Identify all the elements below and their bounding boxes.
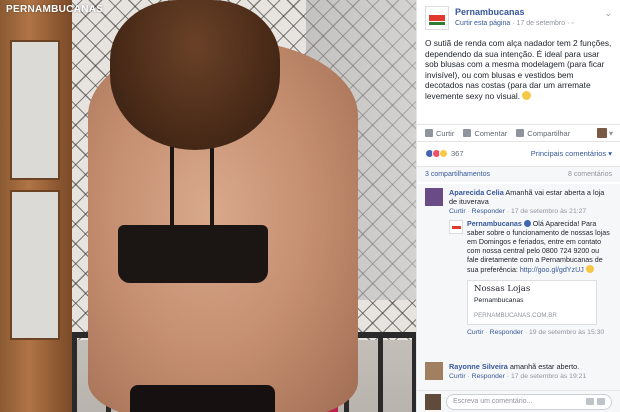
smile-emoji-icon (585, 265, 594, 273)
comment-actions: Curtir · Responder · 17 de setembro às 1… (449, 373, 587, 381)
verified-badge-icon (523, 220, 531, 227)
post-header: Pernambucanas Curtir esta página · 17 de… (417, 0, 620, 36)
reply-time[interactable]: 19 de setembro às 15:30 (529, 329, 604, 336)
comment-time[interactable]: 17 de setembro às 21:27 (511, 208, 586, 215)
shares-link[interactable]: 3 compartilhamentos (425, 171, 490, 178)
reply-item: Pernambucanas Olá Aparecida! Para saber … (449, 220, 612, 337)
reply-link[interactable]: http://goo.gl/gdYzUJ (520, 266, 584, 274)
chevron-down-icon[interactable]: ⌄ (604, 8, 612, 19)
comment-icon (463, 129, 472, 137)
comment-item: Aparecida Celia Amanhã vai estar aberta … (425, 188, 612, 217)
avatar[interactable] (425, 188, 443, 206)
separator: · (512, 20, 515, 27)
window-frame (0, 0, 72, 412)
reactions-bar[interactable]: 367 Principais comentários ▾ (425, 146, 612, 160)
post-text: O sutiã de renda com alça nadador tem 2 … (417, 36, 620, 124)
comment-like-link[interactable]: Curtir (449, 208, 466, 215)
share-icon (516, 129, 525, 137)
like-label: Curtir (436, 128, 455, 138)
logo-mark (429, 22, 445, 25)
comment-text: amanhã estar aberto. (509, 362, 580, 371)
comment-label: Comentar (474, 128, 508, 138)
reply-like-link[interactable]: Curtir (467, 329, 484, 336)
comment-actions: Curtir · Responder · 17 de setembro às 2… (449, 208, 587, 216)
comments-list: Aparecida Celia Amanhã vai estar aberta … (417, 184, 620, 390)
separator: · (567, 20, 570, 27)
post-photo[interactable]: PERNAMBUCANAS (0, 0, 416, 412)
commenter-name[interactable]: Aparecida Celia (449, 188, 504, 197)
chevron-down-icon: ▾ (608, 128, 613, 138)
logo-mark (429, 15, 445, 21)
share-label: Compartilhar (527, 128, 571, 138)
thumbs-up-icon (425, 129, 433, 137)
page-name-link[interactable]: Pernambucanas (455, 7, 525, 17)
link-preview-card[interactable]: Nossas Lojas Pernambucanas PERNAMBUCANAS… (467, 280, 597, 325)
reply-reply-link[interactable]: Responder (490, 329, 523, 336)
commenter-name[interactable]: Pernambucanas (467, 220, 522, 228)
avatar[interactable] (425, 362, 443, 380)
comment-button[interactable]: Comentar (463, 129, 507, 138)
emoji-icon[interactable] (597, 398, 605, 405)
card-title: Nossas Lojas (474, 284, 531, 294)
post-body: O sutiã de renda com alça nadador tem 2 … (425, 38, 612, 101)
photo-watermark: PERNAMBUCANAS (6, 4, 104, 15)
reply-actions: Curtir · Responder · 19 de setembro às 1… (467, 329, 605, 336)
lace-briefs (130, 385, 275, 412)
logo-mark (452, 226, 461, 229)
comment-composer: Escreva um comentário... (417, 390, 620, 412)
window-pane (10, 190, 60, 340)
comment-reply-link[interactable]: Responder (472, 208, 505, 215)
viewer-selector[interactable]: ▾ (596, 128, 613, 138)
card-description: Pernambucanas (474, 297, 524, 304)
comment-item: Rayonne Silveira amanhã estar aberto. Cu… (425, 362, 612, 381)
post-date[interactable]: 17 de setembro (517, 20, 566, 27)
post-meta: 3 compartilhamentos 8 comentários (417, 166, 620, 182)
avatar[interactable] (449, 220, 463, 234)
wow-reaction-icon (439, 148, 448, 158)
viewer-avatar (596, 128, 607, 138)
card-domain: PERNAMBUCANAS.COM.BR (474, 312, 557, 319)
window-pane (10, 40, 60, 180)
comment-like-link[interactable]: Curtir (449, 373, 466, 380)
comment-reply-link[interactable]: Responder (472, 373, 505, 380)
page-avatar[interactable] (425, 6, 449, 30)
comment-input[interactable]: Escreva um comentário... (446, 393, 612, 410)
wink-emoji-icon (522, 90, 532, 100)
post-sidebar: Pernambucanas Curtir esta página · 17 de… (416, 0, 620, 412)
share-button[interactable]: Compartilhar (516, 129, 570, 138)
globe-icon: ◦ (571, 20, 574, 27)
reaction-count: 367 (451, 148, 464, 158)
camera-icon[interactable] (586, 398, 594, 405)
viewer-avatar (425, 393, 441, 410)
model-hair (110, 0, 280, 150)
lace-bra (118, 225, 268, 283)
comment-count: 8 comentários (568, 171, 612, 178)
like-page-link[interactable]: Curtir esta página (455, 20, 510, 27)
post-actions: Curtir Comentar Compartilhar ▾ (417, 124, 620, 142)
comment-sort-dropdown[interactable]: Principais comentários ▾ (531, 149, 612, 158)
like-button[interactable]: Curtir (425, 129, 454, 138)
post-subline: Curtir esta página · 17 de setembro · ◦ (455, 20, 574, 27)
comment-placeholder: Escreva um comentário... (453, 398, 533, 405)
comment-time[interactable]: 17 de setembro às 19:21 (511, 373, 586, 380)
commenter-name[interactable]: Rayonne Silveira (449, 362, 508, 371)
